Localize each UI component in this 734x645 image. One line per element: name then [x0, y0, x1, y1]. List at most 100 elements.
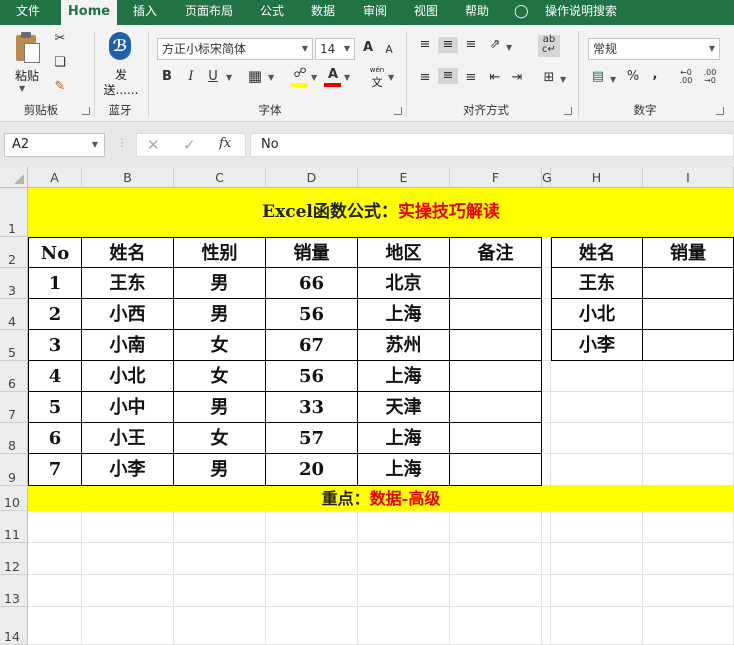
grid-cell[interactable]: [266, 543, 358, 575]
tab-data[interactable]: 数据: [300, 0, 346, 25]
column-header-h[interactable]: H: [551, 167, 643, 188]
phonetic-guide-icon[interactable]: wén 文: [368, 66, 386, 90]
grid-cell[interactable]: [551, 543, 643, 575]
grid-cell[interactable]: [82, 575, 174, 607]
grid-cell[interactable]: [643, 543, 734, 575]
grid-cell[interactable]: [551, 454, 643, 486]
decrease-indent-icon[interactable]: ⇤: [486, 70, 504, 86]
side-header-cell[interactable]: 姓名: [551, 237, 643, 268]
insert-function-icon[interactable]: fx: [219, 136, 231, 151]
table-cell[interactable]: 66: [266, 268, 358, 299]
currency-format-icon[interactable]: ▤: [589, 69, 607, 85]
orientation-icon[interactable]: ⇗: [486, 37, 504, 53]
orientation-dropdown-icon[interactable]: ▼: [506, 43, 512, 52]
grid-cell[interactable]: [643, 607, 734, 645]
table-cell[interactable]: [643, 299, 734, 330]
grid-cell[interactable]: [358, 575, 450, 607]
increase-font-size-button[interactable]: A: [360, 40, 376, 56]
table-cell[interactable]: [450, 454, 542, 486]
row-header-5[interactable]: 5: [0, 330, 28, 361]
column-header-c[interactable]: C: [174, 167, 266, 188]
table-cell[interactable]: 57: [266, 423, 358, 454]
row-header-14[interactable]: 14: [0, 607, 28, 645]
table-cell[interactable]: 67: [266, 330, 358, 361]
row-header-11[interactable]: 11: [0, 511, 28, 543]
table-cell[interactable]: 小中: [82, 392, 174, 423]
column-header-f[interactable]: F: [450, 167, 542, 188]
table-cell[interactable]: 苏州: [358, 330, 450, 361]
table-cell[interactable]: 女: [174, 330, 266, 361]
tab-formulas[interactable]: 公式: [250, 0, 294, 25]
font-size-dropdown[interactable]: 14 ▼: [315, 38, 355, 60]
grid-cell[interactable]: [551, 423, 643, 454]
grid-cell[interactable]: [174, 575, 266, 607]
font-color-button[interactable]: A: [325, 67, 341, 83]
table-cell[interactable]: 北京: [358, 268, 450, 299]
number-format-dropdown[interactable]: 常规 ▼: [588, 38, 720, 60]
table-cell[interactable]: 小北: [82, 361, 174, 392]
table-cell[interactable]: 小李: [551, 330, 643, 361]
column-header-b[interactable]: B: [82, 167, 174, 188]
cancel-icon[interactable]: ✕: [147, 136, 160, 154]
grid-cell[interactable]: [643, 423, 734, 454]
row-header-1[interactable]: 1: [0, 188, 28, 237]
table-cell[interactable]: 小李: [82, 454, 174, 486]
table-cell[interactable]: 4: [28, 361, 82, 392]
grid-cell[interactable]: [358, 511, 450, 543]
format-painter-icon[interactable]: ✎: [52, 79, 68, 95]
column-header-g[interactable]: G: [542, 167, 552, 188]
grid-cell[interactable]: [542, 607, 551, 645]
worksheet-grid[interactable]: ABCDEFGHI 1 2 3 4 5 6 7 8 9 10 11 12 13 14 Excel函数公式：…: [0, 167, 734, 645]
grid-cell[interactable]: [643, 575, 734, 607]
row-header-4[interactable]: 4: [0, 299, 28, 330]
table-cell[interactable]: 小北: [551, 299, 643, 330]
grid-cell[interactable]: [551, 361, 643, 392]
table-cell[interactable]: 小西: [82, 299, 174, 330]
table-cell[interactable]: 1: [28, 268, 82, 299]
row-header-6[interactable]: 6: [0, 361, 28, 392]
table-cell[interactable]: 上海: [358, 423, 450, 454]
grid-cell[interactable]: [643, 454, 734, 486]
table-header-cell[interactable]: No: [28, 237, 82, 268]
table-cell[interactable]: [450, 330, 542, 361]
table-cell[interactable]: 56: [266, 299, 358, 330]
grid-cell[interactable]: [551, 575, 643, 607]
table-cell[interactable]: 6: [28, 423, 82, 454]
grid-cell[interactable]: [542, 575, 551, 607]
tab-review[interactable]: 审阅: [352, 0, 398, 25]
table-cell[interactable]: 天津: [358, 392, 450, 423]
alignment-launcher-icon[interactable]: [564, 107, 572, 115]
italic-button[interactable]: I: [184, 69, 198, 85]
table-header-cell[interactable]: 性别: [174, 237, 266, 268]
grid-cell[interactable]: [643, 361, 734, 392]
table-cell[interactable]: [450, 361, 542, 392]
table-cell[interactable]: 56: [266, 361, 358, 392]
table-cell[interactable]: 上海: [358, 454, 450, 486]
table-cell[interactable]: 女: [174, 361, 266, 392]
underline-dropdown-icon[interactable]: ▼: [226, 73, 232, 82]
grid-cell[interactable]: [643, 511, 734, 543]
comma-style-button[interactable]: ,: [648, 67, 662, 83]
grid-cell[interactable]: [174, 543, 266, 575]
column-header-a[interactable]: A: [28, 167, 82, 188]
grid-cell[interactable]: [450, 511, 542, 543]
grid-cell[interactable]: [358, 607, 450, 645]
grid-cell[interactable]: [82, 511, 174, 543]
paste-dropdown-icon[interactable]: ▼: [19, 84, 25, 93]
grid-cell[interactable]: [450, 607, 542, 645]
grid-cell[interactable]: [174, 607, 266, 645]
grid-cell[interactable]: [28, 575, 82, 607]
grid-cell[interactable]: [450, 543, 542, 575]
table-cell[interactable]: [643, 268, 734, 299]
align-top-icon[interactable]: ≡: [416, 37, 434, 53]
align-middle-icon[interactable]: ≡: [438, 37, 458, 53]
table-cell[interactable]: [643, 330, 734, 361]
row-header-3[interactable]: 3: [0, 268, 28, 299]
paste-icon[interactable]: [12, 31, 42, 65]
tab-insert[interactable]: 插入: [122, 0, 168, 25]
grid-cell[interactable]: [542, 237, 551, 268]
copy-icon[interactable]: ❏: [52, 55, 68, 71]
formula-input[interactable]: No: [250, 133, 734, 157]
tab-view[interactable]: 视图: [403, 0, 449, 25]
percent-style-button[interactable]: %: [624, 69, 642, 85]
